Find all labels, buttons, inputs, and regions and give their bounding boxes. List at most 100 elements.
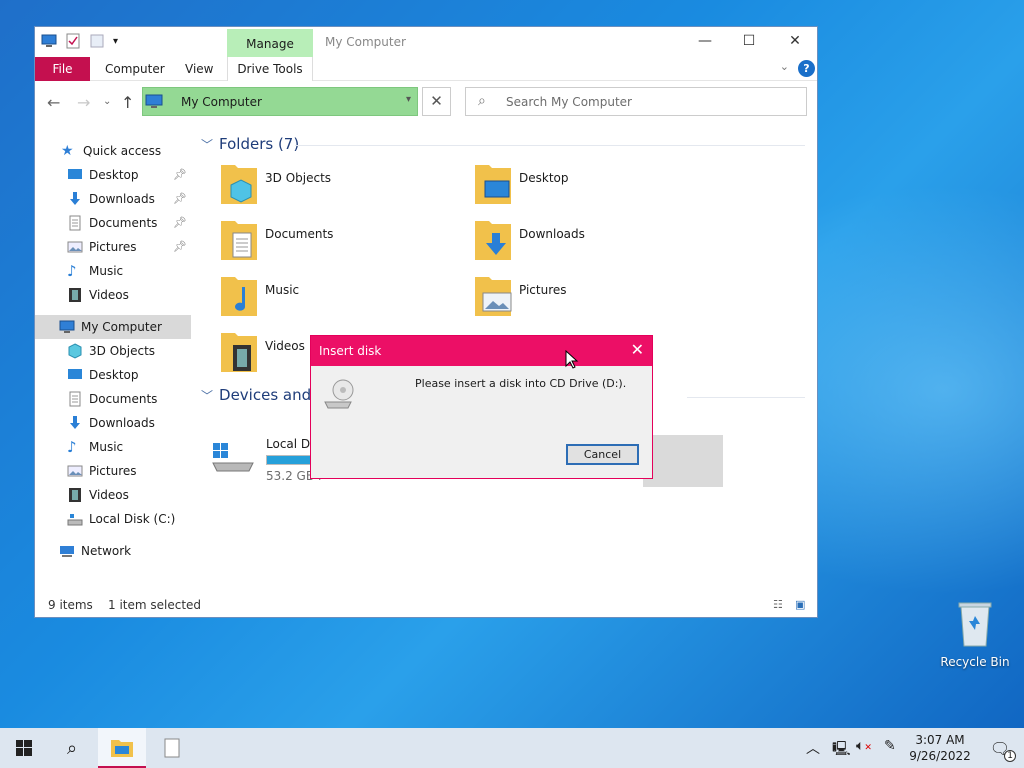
sidebar-item-label: Desktop	[89, 368, 139, 382]
sidebar-item-desktop[interactable]: Desktop 📌︎	[35, 163, 191, 187]
insert-disk-dialog: Insert disk ✕ Please insert a disk into …	[310, 335, 653, 479]
sidebar-item-pc-documents[interactable]: Documents	[35, 387, 191, 411]
search-box[interactable]: ⌕ Search My Computer	[465, 87, 807, 116]
download-arrow-icon	[70, 192, 80, 205]
group-divider	[687, 397, 805, 398]
back-arrow-icon[interactable]: ←	[47, 93, 60, 112]
pin-icon[interactable]: 📌︎	[173, 168, 187, 181]
sidebar-item-pc-music[interactable]: ♪ Music	[35, 435, 191, 459]
sidebar-item-local-disk[interactable]: Local Disk (C:)	[35, 507, 191, 531]
dialog-message: Please insert a disk into CD Drive (D:).	[415, 377, 627, 390]
desktop-icon	[68, 169, 82, 179]
network-icon	[60, 546, 74, 557]
folder-downloads[interactable]: Downloads	[473, 217, 713, 265]
manage-tab[interactable]: Manage	[227, 29, 313, 57]
new-folder-icon[interactable]	[89, 33, 105, 49]
search-button[interactable]: ⌕	[48, 728, 96, 768]
sidebar-item-label: Quick access	[83, 144, 162, 158]
sidebar-item-pictures[interactable]: Pictures 📌︎	[35, 235, 191, 259]
search-icon: ⌕	[478, 93, 486, 109]
pen-icon[interactable]: ✎	[884, 738, 896, 754]
ribbon-tabs: File Computer View Drive Tools ⌄ ?	[35, 57, 817, 81]
forward-arrow-icon[interactable]: →	[77, 93, 90, 112]
sidebar-item-documents[interactable]: Documents 📌︎	[35, 211, 191, 235]
film-icon	[69, 488, 81, 502]
title-bar[interactable]: ▾ Manage My Computer — ☐ ✕	[35, 27, 817, 57]
windows-logo-icon	[16, 740, 32, 756]
folder-pictures[interactable]: Pictures	[473, 273, 713, 321]
sidebar-item-quick-access[interactable]: ★ Quick access	[35, 139, 191, 163]
clock-time: 3:07 AM	[915, 733, 965, 747]
cube-icon	[68, 343, 82, 359]
chevron-up-icon[interactable]: ︿	[806, 738, 820, 758]
sidebar-item-pc-downloads[interactable]: Downloads	[35, 411, 191, 435]
folder-documents[interactable]: Documents	[219, 217, 459, 265]
tab-view[interactable]: View	[185, 57, 213, 81]
dialog-title-bar[interactable]: Insert disk ✕	[311, 336, 652, 366]
sidebar-item-pc-videos[interactable]: Videos	[35, 483, 191, 507]
folder-desktop[interactable]: Desktop	[473, 161, 713, 209]
sidebar-item-music[interactable]: ♪ Music	[35, 259, 191, 283]
sidebar-item-network[interactable]: Network	[35, 539, 191, 563]
explorer-window: ▾ Manage My Computer — ☐ ✕ File Computer…	[34, 26, 818, 618]
close-button[interactable]: ✕	[785, 33, 805, 51]
drive-icon	[67, 514, 83, 526]
sidebar-item-downloads[interactable]: Downloads 📌︎	[35, 187, 191, 211]
maximize-button[interactable]: ☐	[739, 33, 759, 51]
cancel-button[interactable]: Cancel	[566, 444, 639, 465]
address-dropdown-icon[interactable]: ▾	[406, 94, 411, 105]
notification-count: 1	[1004, 749, 1017, 762]
pin-icon[interactable]: 📌︎	[173, 240, 187, 253]
action-center-button[interactable]: 🗨︎ 1	[976, 728, 1024, 768]
sidebar-item-my-computer[interactable]: My Computer	[35, 315, 191, 339]
computer-icon[interactable]	[41, 33, 57, 49]
sidebar-item-pc-pictures[interactable]: Pictures	[35, 459, 191, 483]
system-clock[interactable]: 3:07 AM 9/26/2022	[905, 732, 975, 764]
cd-drive-selected[interactable]	[643, 435, 723, 487]
details-view-icon[interactable]: ☷	[773, 598, 783, 611]
folder-pictures-icon	[475, 277, 512, 316]
document-icon	[164, 738, 180, 758]
sidebar-item-label: Network	[81, 544, 132, 558]
start-button[interactable]	[0, 728, 48, 768]
qat-dropdown-icon[interactable]: ▾	[113, 36, 118, 47]
recycle-bin-icon	[958, 602, 992, 647]
clear-address-button[interactable]: ✕	[422, 87, 451, 116]
star-icon: ★	[61, 143, 74, 159]
taskbar-notepad[interactable]	[148, 728, 196, 768]
folder-label: Music	[265, 283, 300, 297]
folder-downloads-icon	[475, 221, 511, 260]
taskbar-file-explorer[interactable]	[98, 728, 146, 768]
minimize-button[interactable]: —	[695, 33, 715, 51]
address-bar[interactable]: My Computer ▾	[142, 87, 418, 116]
network-tray-icon[interactable]: 🖳︎	[832, 738, 851, 762]
volume-muted-icon[interactable]: 🔈︎✕	[856, 738, 872, 754]
folders-group-header[interactable]: ﹀ Folders (7)	[201, 135, 299, 153]
tab-computer[interactable]: Computer	[105, 57, 165, 81]
dialog-title: Insert disk	[319, 344, 382, 358]
sidebar-item-pc-desktop[interactable]: Desktop	[35, 363, 191, 387]
large-icons-view-icon[interactable]: ▣	[795, 598, 805, 611]
up-arrow-icon[interactable]: ↑	[121, 93, 134, 112]
properties-icon[interactable]	[65, 33, 81, 49]
sidebar-item-label: Music	[89, 264, 124, 278]
expand-ribbon-icon[interactable]: ⌄	[780, 60, 789, 73]
tab-drive-tools[interactable]: Drive Tools	[227, 57, 313, 81]
folders-group-title: Folders (7)	[219, 135, 300, 153]
dialog-close-icon[interactable]: ✕	[631, 340, 644, 359]
folder-3d-objects[interactable]: 3D Objects	[219, 161, 459, 209]
selection-count: 1 item selected	[108, 598, 202, 612]
folder-music[interactable]: Music	[219, 273, 459, 321]
folder-desktop-icon	[475, 165, 511, 204]
recent-locations-icon[interactable]: ⌄	[103, 96, 111, 107]
pin-icon[interactable]: 📌︎	[173, 192, 187, 205]
folder-music-icon	[221, 277, 257, 316]
help-icon[interactable]: ?	[798, 60, 815, 77]
folder-documents-icon	[221, 221, 257, 260]
pin-icon[interactable]: 📌︎	[173, 216, 187, 229]
sidebar-item-videos[interactable]: Videos	[35, 283, 191, 307]
recycle-bin[interactable]: Recycle Bin	[940, 600, 1010, 669]
sidebar-item-3d-objects[interactable]: 3D Objects	[35, 339, 191, 363]
tab-file[interactable]: File	[35, 57, 90, 81]
computer-icon	[145, 94, 163, 108]
